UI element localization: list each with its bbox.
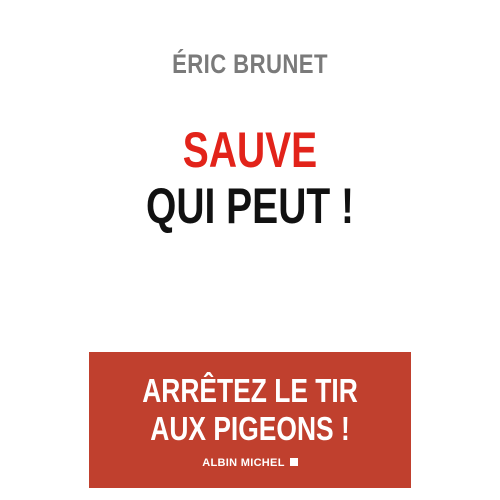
subtitle-band: ARRÊTEZ LE TIR AUX PIGEONS ! ALBIN MICHE…	[89, 352, 411, 488]
book-cover: ÉRIC BRUNET SAUVE QUI PEUT ! ARRÊTEZ LE …	[89, 12, 411, 488]
author-name: ÉRIC BRUNET	[172, 49, 328, 79]
publisher-name: ALBIN MICHEL	[202, 457, 285, 469]
title-line-1: SAUVE	[182, 122, 318, 178]
subtitle-line-1: ARRÊTEZ LE TIR	[142, 372, 358, 409]
publisher-square-icon	[289, 458, 298, 466]
publisher-mark: ALBIN MICHEL	[89, 457, 411, 469]
title-line-2: QUI PEUT !	[145, 178, 355, 234]
page: ÉRIC BRUNET SAUVE QUI PEUT ! ARRÊTEZ LE …	[0, 0, 500, 500]
subtitle-line-2: AUX PIGEONS !	[150, 410, 350, 447]
